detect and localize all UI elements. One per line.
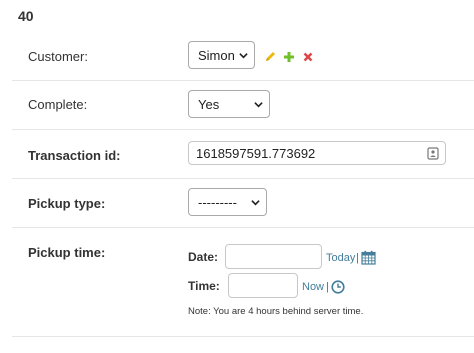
clock-icon[interactable] [331, 280, 345, 294]
pickup-type-select[interactable]: --------- [188, 188, 267, 216]
timezone-note: Note: You are 4 hours behind server time… [188, 306, 364, 317]
customer-label: Customer: [28, 49, 88, 64]
today-separator: | [356, 252, 359, 264]
today-link[interactable]: Today [326, 252, 355, 264]
chevron-down-icon [251, 200, 260, 206]
now-link[interactable]: Now [302, 281, 324, 293]
chevron-down-icon [254, 102, 263, 108]
chevron-down-icon [239, 53, 248, 59]
form-row-pickup-type: Pickup type: --------- [12, 179, 474, 228]
now-separator: | [326, 281, 329, 293]
object-title: 40 [18, 8, 34, 24]
transaction-id-value: 1618597591.773692 [196, 145, 316, 161]
pickup-time-label: Pickup time: [28, 245, 106, 260]
form-row-complete: Complete: Yes [12, 81, 474, 130]
form-row-transaction-id: Transaction id: 1618597591.773692 [12, 130, 474, 179]
date-input[interactable] [225, 244, 322, 269]
time-input[interactable] [228, 273, 298, 298]
complete-label: Complete: [28, 97, 88, 112]
pencil-icon[interactable] [264, 51, 276, 63]
date-label: Date: [188, 250, 219, 264]
customer-select[interactable]: Simon [188, 41, 255, 69]
pickup-type-label: Pickup type: [28, 196, 106, 211]
calendar-icon[interactable] [361, 250, 376, 265]
plus-icon[interactable] [283, 51, 295, 63]
transaction-id-input[interactable]: 1618597591.773692 [188, 141, 446, 165]
complete-select[interactable]: Yes [188, 90, 270, 118]
customer-select-value: Simon [198, 47, 235, 63]
complete-select-value: Yes [198, 96, 220, 112]
transaction-id-label: Transaction id: [28, 148, 121, 163]
pickup-type-select-value: --------- [198, 194, 237, 210]
time-label: Time: [188, 279, 220, 293]
contact-card-icon[interactable] [427, 147, 439, 160]
delete-x-icon[interactable] [303, 52, 313, 62]
form-row-customer: Customer: Simon [12, 32, 474, 81]
form-row-pickup-time: Pickup time: Date: Today | Time: Now | N… [12, 228, 474, 337]
